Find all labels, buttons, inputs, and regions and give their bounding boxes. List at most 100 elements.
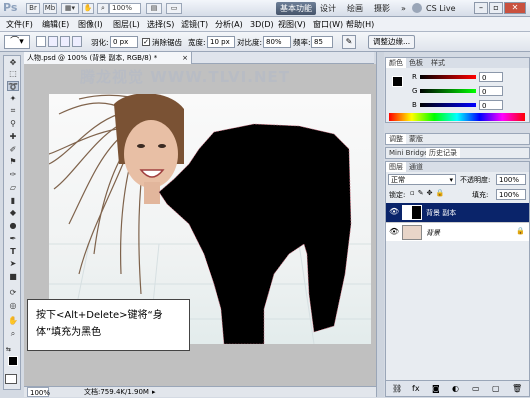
- crop-tool-icon[interactable]: ⌗: [7, 106, 19, 116]
- history-brush-icon[interactable]: ✑: [7, 170, 19, 180]
- workspace-design[interactable]: 设计: [316, 2, 340, 15]
- layer-mask-icon[interactable]: ◙: [432, 384, 440, 393]
- eye-icon[interactable]: 👁: [389, 227, 399, 236]
- zoom-tool-icon[interactable]: ⌕: [97, 3, 109, 14]
- screen-mode-icon[interactable]: ▭: [166, 3, 182, 14]
- path-selection-icon[interactable]: ➤: [7, 259, 19, 269]
- delete-layer-icon[interactable]: 🗑: [512, 384, 522, 393]
- minimize-button[interactable]: –: [474, 2, 488, 14]
- document-tab[interactable]: 人物.psd @ 100% (背景 副本, RGB/8) * ×: [24, 52, 192, 64]
- menu-analysis[interactable]: 分析(A): [213, 18, 245, 31]
- subtract-selection-icon[interactable]: [60, 36, 70, 47]
- channel-b-slider[interactable]: [420, 103, 476, 107]
- eraser-tool-icon[interactable]: ▱: [7, 183, 19, 193]
- cs-live-button[interactable]: CS Live: [422, 2, 460, 15]
- close-button[interactable]: ✕: [504, 2, 526, 14]
- contrast-input[interactable]: 80%: [263, 36, 291, 48]
- type-tool-icon[interactable]: T: [7, 247, 19, 257]
- menu-layer[interactable]: 图层(L): [111, 18, 142, 31]
- add-selection-icon[interactable]: [48, 36, 58, 47]
- restore-button[interactable]: ▫: [489, 2, 503, 14]
- menu-help[interactable]: 帮助(H): [344, 18, 376, 31]
- opacity-input[interactable]: 100%: [496, 174, 526, 185]
- pen-tool-icon[interactable]: ✒: [7, 234, 19, 244]
- tab-history[interactable]: 历史记录: [426, 148, 460, 158]
- workspace-painting[interactable]: 绘画: [343, 2, 367, 15]
- new-group-icon[interactable]: ▭: [472, 384, 480, 393]
- color-spectrum-bar[interactable]: [389, 113, 525, 121]
- intersect-selection-icon[interactable]: [72, 36, 82, 47]
- workspace-photography[interactable]: 摄影: [370, 2, 394, 15]
- foreground-color-swatch[interactable]: [8, 356, 18, 366]
- channel-g-slider[interactable]: [420, 89, 476, 93]
- tab-masks[interactable]: 蒙版: [406, 134, 426, 144]
- menu-3d[interactable]: 3D(D): [248, 18, 276, 31]
- gradient-tool-icon[interactable]: ▮: [7, 196, 19, 206]
- marquee-tool-icon[interactable]: ⬚: [7, 69, 19, 79]
- 3d-orbit-icon[interactable]: ◎: [7, 301, 19, 311]
- status-zoom-input[interactable]: 100%: [27, 387, 50, 397]
- menu-filter[interactable]: 滤镜(T): [179, 18, 210, 31]
- link-layers-icon[interactable]: ⛓: [392, 384, 402, 393]
- tab-adjustments[interactable]: 调整: [386, 134, 406, 144]
- hand-tool-icon[interactable]: ✋: [7, 316, 19, 326]
- channel-b-input[interactable]: 0: [479, 100, 503, 110]
- more-workspaces-button[interactable]: »: [397, 2, 410, 15]
- width-input[interactable]: 10 px: [207, 36, 235, 48]
- channel-r-slider[interactable]: [420, 75, 476, 79]
- layer-style-icon[interactable]: fx: [412, 384, 420, 393]
- menu-file[interactable]: 文件(F): [4, 18, 35, 31]
- fill-input[interactable]: 100%: [496, 189, 526, 200]
- tab-color[interactable]: 颜色: [386, 58, 406, 68]
- close-tab-icon[interactable]: ×: [182, 52, 188, 64]
- clone-stamp-icon[interactable]: ⚑: [7, 157, 19, 167]
- adjustment-layer-icon[interactable]: ◐: [452, 384, 459, 393]
- new-selection-icon[interactable]: [36, 36, 46, 47]
- hand-tool-icon[interactable]: ✋: [82, 3, 94, 14]
- dodge-tool-icon[interactable]: ●: [7, 221, 19, 231]
- zoom-level-select[interactable]: 100%: [109, 3, 141, 14]
- healing-brush-icon[interactable]: ✚: [7, 132, 19, 142]
- bridge-icon[interactable]: Br: [26, 3, 40, 14]
- layer-row-background-copy[interactable]: 👁 背景 副本: [386, 203, 529, 222]
- antialias-checkbox[interactable]: ✓: [142, 38, 150, 46]
- tab-styles[interactable]: 样式: [428, 58, 448, 68]
- new-layer-icon[interactable]: ▢: [492, 384, 500, 393]
- eye-icon[interactable]: 👁: [389, 207, 399, 216]
- tab-channels[interactable]: 通道: [406, 162, 426, 172]
- menu-select[interactable]: 选择(S): [145, 18, 176, 31]
- view-extras-icon[interactable]: ▦▾: [61, 3, 79, 14]
- lasso-tool-icon[interactable]: ➰: [7, 81, 19, 91]
- background-color-swatch[interactable]: [5, 374, 17, 384]
- tab-swatches[interactable]: 色板: [406, 58, 426, 68]
- menu-window[interactable]: 窗口(W): [311, 18, 345, 31]
- shape-tool-icon[interactable]: ■: [7, 272, 19, 282]
- brush-tool-icon[interactable]: ✐: [7, 145, 19, 155]
- minibridge-icon[interactable]: Mb: [43, 3, 57, 14]
- tab-layers[interactable]: 图层: [386, 162, 406, 172]
- move-tool-icon[interactable]: ✥: [7, 58, 19, 68]
- channel-r-input[interactable]: 0: [479, 72, 503, 82]
- status-menu-arrow-icon[interactable]: ▸: [152, 387, 156, 397]
- color-panel-foreground-swatch[interactable]: [392, 76, 403, 87]
- workspace-essentials[interactable]: 基本功能: [276, 2, 316, 15]
- blend-mode-select[interactable]: 正常 ▾: [388, 174, 456, 185]
- refine-edge-button[interactable]: 调整边缘...: [368, 35, 416, 49]
- menu-image[interactable]: 图像(I): [76, 18, 105, 31]
- blur-tool-icon[interactable]: ◆: [7, 208, 19, 218]
- tool-preset-picker[interactable]: ⌒▾: [4, 35, 30, 49]
- eyedropper-icon[interactable]: ⚲: [7, 119, 19, 129]
- tab-mini-bridge[interactable]: Mini Bridge: [386, 148, 431, 158]
- quick-selection-icon[interactable]: ✦: [7, 94, 19, 104]
- 3d-rotate-icon[interactable]: ⟳: [7, 288, 19, 298]
- frequency-input[interactable]: 85: [311, 36, 333, 48]
- swap-colors-icon[interactable]: ⇆: [6, 346, 11, 353]
- menu-edit[interactable]: 编辑(E): [40, 18, 71, 31]
- lock-icons[interactable]: ▫✎✥🔒: [410, 189, 447, 197]
- arrange-documents-icon[interactable]: ▤: [146, 3, 162, 14]
- tablet-pressure-icon[interactable]: ✎: [342, 35, 356, 49]
- channel-g-input[interactable]: 0: [479, 86, 503, 96]
- menu-view[interactable]: 视图(V): [276, 18, 308, 31]
- zoom-tool-icon[interactable]: ⌕: [7, 329, 19, 339]
- feather-input[interactable]: 0 px: [110, 36, 138, 48]
